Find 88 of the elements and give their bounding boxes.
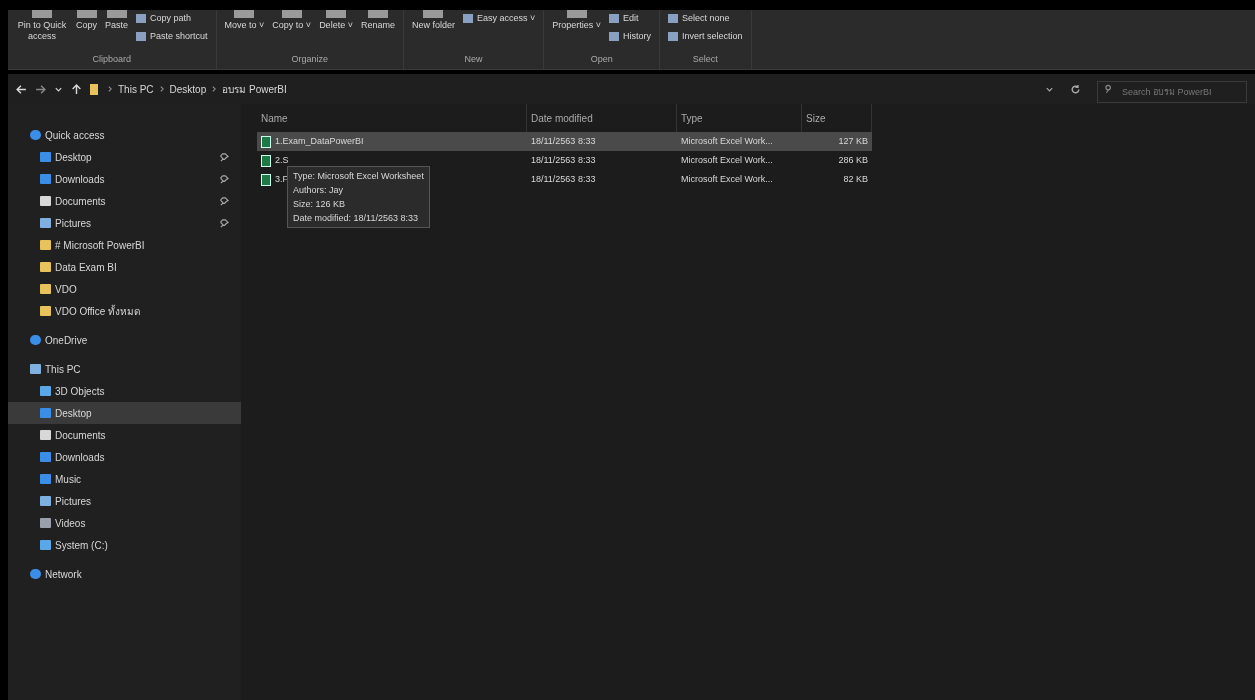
ribbon-icon <box>566 10 587 18</box>
ribbon-button[interactable]: New folder <box>411 10 455 31</box>
group-label: Open <box>589 52 614 66</box>
group-label: Select <box>691 52 719 66</box>
ribbon-button[interactable]: Pin to Quick access <box>16 10 68 42</box>
table-cell-text: Microsoft Excel Work... <box>680 172 774 186</box>
ribbon-button[interactable]: Delete ˅ <box>319 10 353 31</box>
sidebar-item[interactable]: Pictures <box>8 212 241 234</box>
tooltip-line: Type: Microsoft Excel Worksheet <box>293 170 424 183</box>
search-field[interactable]: Search อบรม PowerBI <box>1097 81 1247 103</box>
ribbon-button[interactable]: Edit <box>609 12 652 26</box>
sidebar-item[interactable]: Music <box>8 468 241 490</box>
forward-arrow-icon[interactable] <box>35 83 46 95</box>
ribbon-icon <box>423 10 444 18</box>
ribbon-button[interactable]: Easy access ˅ <box>462 12 536 26</box>
sidebar-item[interactable]: Downloads <box>8 168 241 190</box>
spreadsheet-file-icon <box>261 154 271 167</box>
chevron-right-icon <box>106 85 114 93</box>
ribbon-button[interactable]: Copy <box>76 10 97 31</box>
sidebar-item[interactable]: Network <box>8 563 241 585</box>
table-cell-text: 82 KB <box>842 172 869 186</box>
ribbon-button[interactable]: Copy path <box>136 12 208 26</box>
ribbon-icon <box>609 14 620 24</box>
ribbon-icon <box>281 10 302 18</box>
sidebar-item[interactable]: Desktop <box>8 146 241 168</box>
breadcrumb[interactable]: Desktop <box>169 81 207 97</box>
table-cell-text: Microsoft Excel Work... <box>680 134 774 148</box>
breadcrumb[interactable]: อบรม PowerBI <box>222 81 287 97</box>
sidebar-item[interactable]: This PC <box>8 358 241 380</box>
group-label: New <box>463 52 484 66</box>
ribbon-icon <box>367 10 388 18</box>
group-label: Clipboard <box>91 52 133 66</box>
ribbon-button[interactable]: Paste shortcut <box>136 29 208 43</box>
ribbon-icon <box>32 10 52 18</box>
ribbon-button[interactable]: Move to ˅ <box>224 10 265 31</box>
sidebar-item[interactable]: Videos <box>8 512 241 534</box>
ribbon-button[interactable]: Paste <box>105 10 129 31</box>
ribbon-icon <box>609 31 620 41</box>
sidebar-item[interactable]: Downloads <box>8 446 241 468</box>
table-cell-text: 127 KB <box>837 134 869 148</box>
sidebar-item[interactable]: VDO <box>8 278 241 300</box>
selected-row-highlight[interactable]: 1.Exam_DataPowerBI 18/11/2563 8:33 Microsoft Excel Work... 127 KB <box>257 132 872 151</box>
spreadsheet-file-icon <box>261 173 271 186</box>
table-cell-text: 18/11/2563 8:33 <box>530 134 597 148</box>
ribbon-button[interactable]: Properties ˅ <box>552 10 602 31</box>
back-arrow-icon[interactable] <box>16 83 27 95</box>
up-arrow-icon[interactable] <box>71 83 82 95</box>
sidebar-item[interactable]: System (C:) <box>8 534 241 556</box>
sidebar-item[interactable]: Documents <box>8 424 241 446</box>
tooltip-line: Date modified: 18/11/2563 8:33 <box>293 212 419 225</box>
sidebar-item[interactable]: OneDrive <box>8 329 241 351</box>
spreadsheet-file-icon <box>261 135 271 148</box>
refresh-icon[interactable] <box>1070 83 1081 95</box>
table-cell-text: 18/11/2563 8:33 <box>530 153 597 167</box>
sidebar-item[interactable]: VDO Office ทั้งหมด <box>8 300 241 322</box>
search-icon <box>1105 84 1114 93</box>
ribbon-button[interactable]: Copy to ˅ <box>272 10 312 31</box>
ribbon-icon <box>234 10 255 18</box>
file-name[interactable]: 3.F <box>275 172 288 187</box>
ribbon-button[interactable]: History <box>609 29 652 43</box>
sidebar-item[interactable]: Quick access <box>8 124 241 146</box>
chevron-right-icon <box>210 85 219 93</box>
sidebar-item[interactable]: Documents <box>8 190 241 212</box>
ribbon-icon <box>326 10 346 18</box>
breadcrumb[interactable]: This PC <box>118 81 154 97</box>
group-label: Organize <box>290 52 329 66</box>
file-name[interactable]: 1.Exam_DataPowerBI <box>275 134 364 149</box>
ribbon-icon <box>668 14 679 24</box>
ribbon-icon <box>136 14 147 24</box>
ribbon-icon <box>462 14 473 24</box>
ribbon-icon <box>668 31 679 41</box>
sidebar-item[interactable]: # Microsoft PowerBI <box>8 234 241 256</box>
sidebar-item[interactable]: 3D Objects <box>8 380 241 402</box>
sidebar-item[interactable]: Desktop <box>8 402 241 424</box>
ribbon-button[interactable]: Select none <box>668 12 743 26</box>
file-name[interactable]: 2.S <box>275 153 289 168</box>
ribbon-icon <box>136 31 147 41</box>
table-cell-text: 18/11/2563 8:33 <box>530 172 597 186</box>
table-cell-text: Microsoft Excel Work... <box>680 153 774 167</box>
ribbon-icon <box>76 10 97 18</box>
tooltip-line: Authors: Jay <box>293 184 345 197</box>
table-cell-text: 286 KB <box>837 153 869 167</box>
ribbon-button[interactable]: Invert selection <box>668 29 743 43</box>
sidebar-item[interactable]: Data Exam BI <box>8 256 241 278</box>
sidebar-item[interactable]: Pictures <box>8 490 241 512</box>
ribbon-button[interactable]: Rename <box>360 10 395 31</box>
ribbon-icon <box>106 10 127 18</box>
tooltip-line: Size: 126 KB <box>293 198 347 211</box>
